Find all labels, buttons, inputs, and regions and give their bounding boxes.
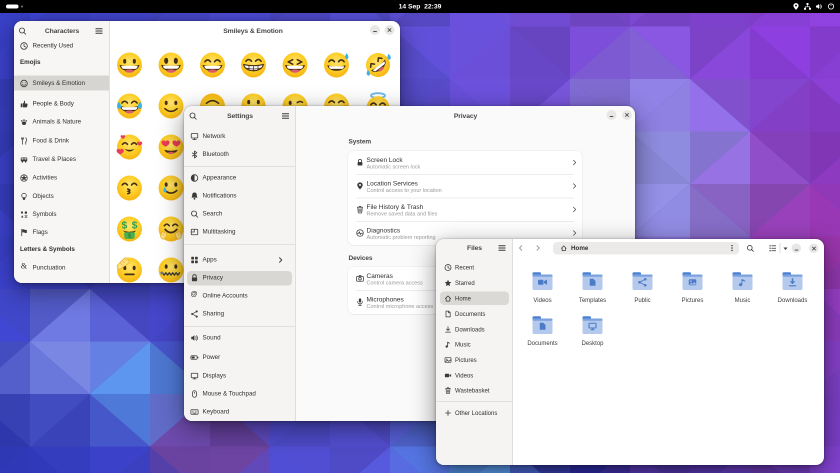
svg-text:$: $ [122,221,128,232]
svg-text:$: $ [128,234,131,240]
svg-text:$: $ [132,221,138,232]
